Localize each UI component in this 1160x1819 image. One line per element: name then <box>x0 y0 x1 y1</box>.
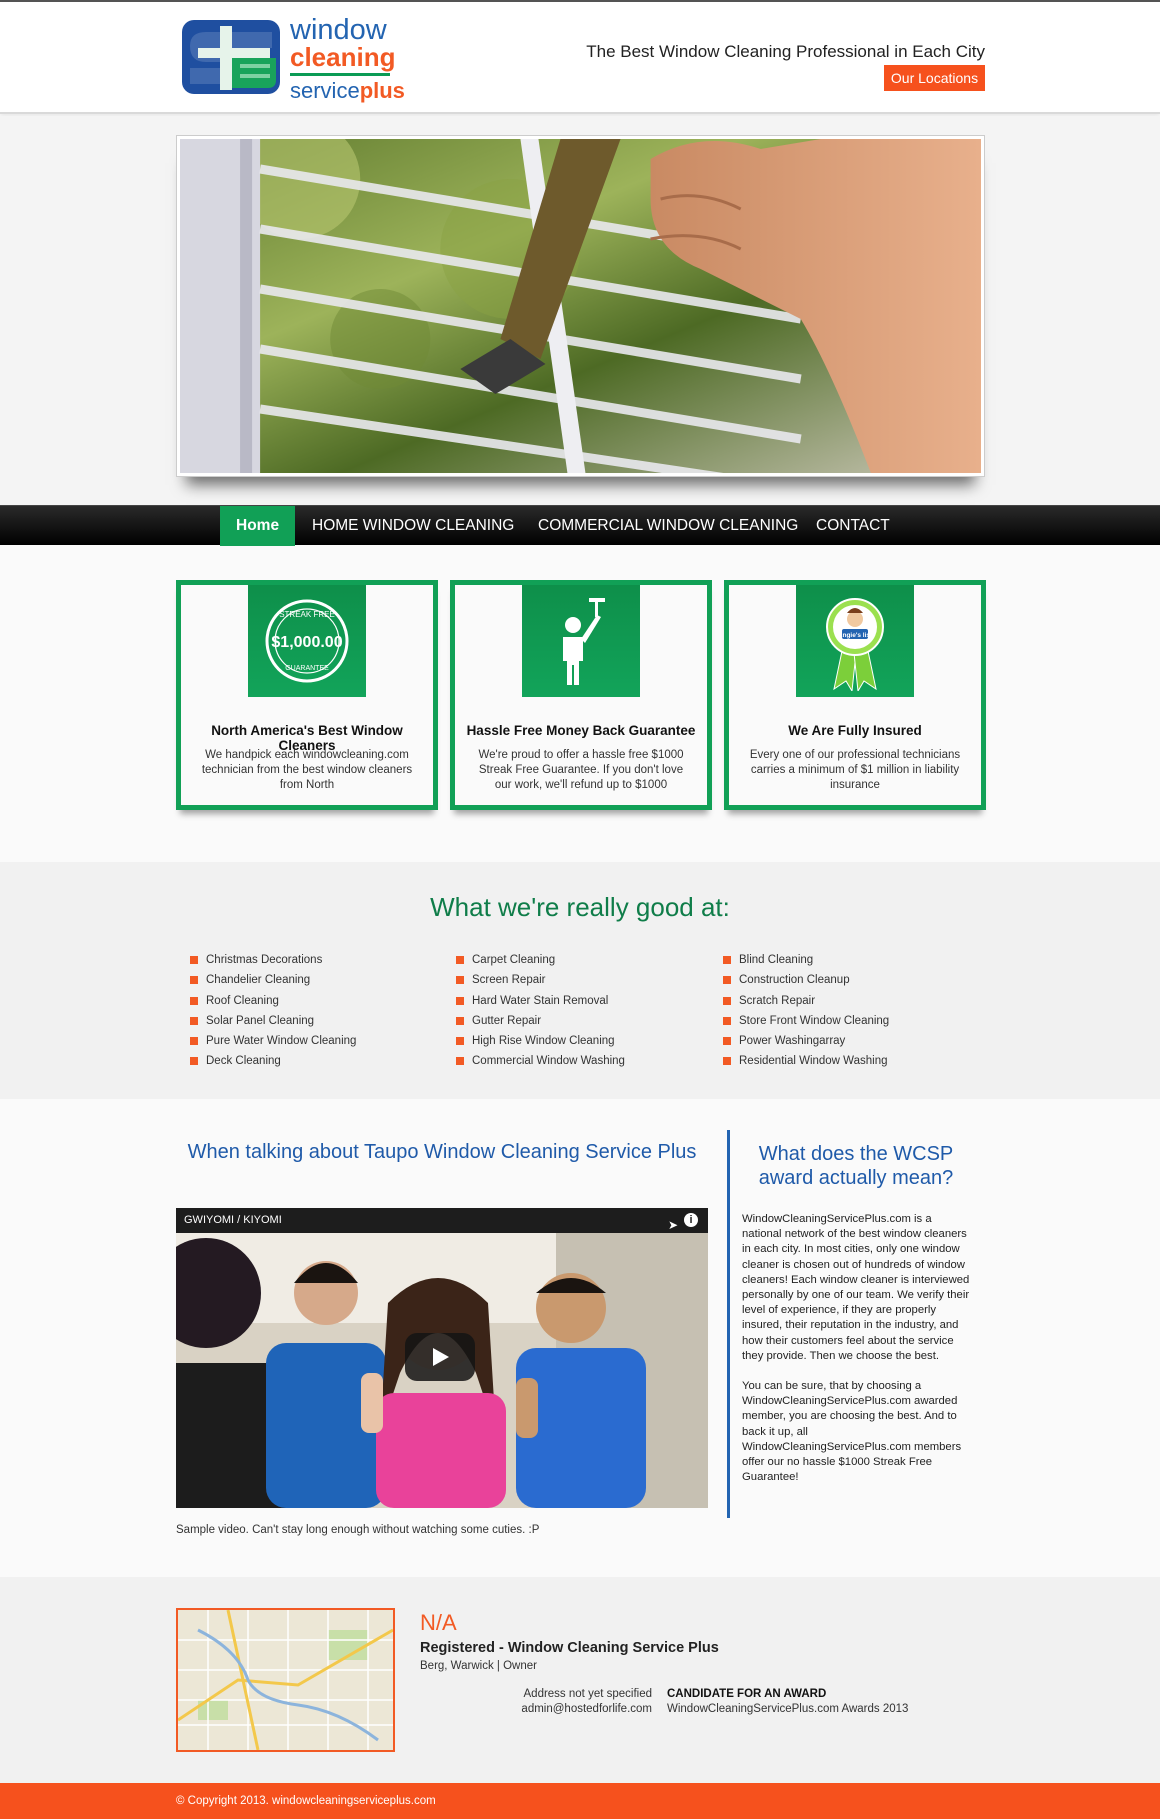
services-heading: What we're really good at: <box>430 892 730 922</box>
video-section-heading: When talking about Taupo Window Cleaning… <box>187 1141 697 1163</box>
registered-title: Registered - Window Cleaning Service Plu… <box>420 1640 719 1656</box>
list-item: Christmas Decorations <box>190 950 430 970</box>
services-list-2: Carpet Cleaning Screen Repair Hard Water… <box>456 950 696 1072</box>
feature-box-guarantee: Hassle Free Money Back Guarantee We're p… <box>450 580 712 810</box>
site-logo[interactable]: window cleaning serviceplus <box>180 16 405 103</box>
award-paragraph-1: WindowCleaningServicePlus.com is a natio… <box>742 1213 970 1362</box>
list-item: Roof Cleaning <box>190 991 430 1011</box>
list-item: Scratch Repair <box>723 991 963 1011</box>
our-locations-button[interactable]: Our Locations <box>884 65 985 91</box>
feature-title: Hassle Free Money Back Guarantee <box>466 723 696 738</box>
list-item: Chandelier Cleaning <box>190 970 430 990</box>
feature-box-insured: Angie's list We Are Fully Insured Every … <box>724 580 986 810</box>
feature-title: We Are Fully Insured <box>788 723 922 738</box>
award-heading: What does the WCSP award actually mean? <box>758 1143 954 1189</box>
video-caption: Sample video. Can't stay long enough wit… <box>176 1524 540 1536</box>
logo-text-cleaning: cleaning <box>290 42 396 72</box>
award-label: CANDIDATE FOR AN AWARD <box>667 1688 827 1700</box>
list-item: Carpet Cleaning <box>456 950 696 970</box>
list-item: Gutter Repair <box>456 1011 696 1031</box>
list-item: Screen Repair <box>456 970 696 990</box>
header-tagline: The Best Window Cleaning Professional in… <box>586 42 985 61</box>
award-description: WindowCleaningServicePlus.com is a natio… <box>742 1212 972 1500</box>
streak-free-seal-icon: STREAK FREE $1,000.00 GUARANTEE <box>248 585 366 697</box>
email-link[interactable]: admin@hostedforlife.com <box>470 1702 652 1717</box>
feature-box-best-cleaners: STREAK FREE $1,000.00 GUARANTEE North Am… <box>176 580 438 810</box>
award-detail: WindowCleaningServicePlus.com Awards 201… <box>667 1703 909 1715</box>
seal-amount-text: $1,000.00 <box>271 634 342 651</box>
services-list-3: Blind Cleaning Construction Cleanup Scra… <box>723 950 963 1072</box>
logo-wordmark: window cleaning serviceplus <box>290 14 405 103</box>
location-map[interactable] <box>176 1608 395 1752</box>
list-item: High Rise Window Cleaning <box>456 1031 696 1051</box>
list-item: Solar Panel Cleaning <box>190 1011 430 1031</box>
video-player[interactable]: GWIYOMI / KIYOMI ➤ i <box>176 1208 708 1508</box>
share-icon[interactable]: ➤ <box>668 1213 678 1238</box>
site-header: window cleaning serviceplus The Best Win… <box>0 2 1160 114</box>
logo-mark-icon <box>182 20 280 94</box>
nav-contact[interactable]: CONTACT <box>800 506 906 546</box>
logo-rule <box>290 73 390 76</box>
address-block: Address not yet specified admin@hostedfo… <box>470 1687 652 1717</box>
feature-description: We handpick each windowcleaning.com tech… <box>201 749 413 791</box>
list-item: Construction Cleanup <box>723 970 963 990</box>
info-icon[interactable]: i <box>684 1213 698 1227</box>
nav-home-window-cleaning[interactable]: HOME WINDOW CLEANING <box>296 506 530 546</box>
copyright-text: © Copyright 2013. windowcleaningservicep… <box>176 1795 436 1807</box>
services-list-1: Christmas Decorations Chandelier Cleanin… <box>190 950 430 1072</box>
list-item: Hard Water Stain Removal <box>456 991 696 1011</box>
list-item: Power Washingarray <box>723 1031 963 1051</box>
logo-text-serviceplus: serviceplus <box>290 78 405 103</box>
list-item: Pure Water Window Cleaning <box>190 1031 430 1051</box>
owner-line: Berg, Warwick | Owner <box>420 1660 537 1672</box>
angies-list-badge-text: Angie's list <box>838 632 873 639</box>
logo-text-window: window <box>290 14 387 46</box>
window-cleaner-person-icon <box>522 585 640 697</box>
list-item: Store Front Window Cleaning <box>723 1011 963 1031</box>
site-footer: © Copyright 2013. windowcleaningservicep… <box>0 1783 1160 1819</box>
list-item: Commercial Window Washing <box>456 1051 696 1071</box>
column-divider <box>727 1130 730 1518</box>
hero-image <box>176 135 985 477</box>
video-title: GWIYOMI / KIYOMI <box>184 1214 282 1226</box>
address-text: Address not yet specified <box>523 1688 653 1700</box>
main-nav: Home HOME WINDOW CLEANING COMMERCIAL WIN… <box>0 505 1160 546</box>
angies-list-award-icon: Angie's list <box>796 585 914 697</box>
list-item: Deck Cleaning <box>190 1051 430 1071</box>
list-item: Blind Cleaning <box>723 950 963 970</box>
list-item: Residential Window Washing <box>723 1051 963 1071</box>
video-title-bar: GWIYOMI / KIYOMI ➤ i <box>176 1208 708 1233</box>
seal-bottom-text: GUARANTEE <box>285 665 329 672</box>
squeegee-photo <box>180 139 981 473</box>
rating-status: N/A <box>420 1610 457 1635</box>
feature-description: We're proud to offer a hassle free $1000… <box>478 749 684 791</box>
contact-section <box>0 1577 1160 1783</box>
seal-top-text: STREAK FREE <box>279 610 335 619</box>
award-paragraph-2: You can be sure, that by choosing a Wind… <box>742 1380 962 1484</box>
nav-commercial-window-cleaning[interactable]: COMMERCIAL WINDOW CLEANING <box>522 506 814 546</box>
play-button[interactable] <box>405 1333 475 1381</box>
nav-home[interactable]: Home <box>220 506 296 546</box>
feature-description: Every one of our professional technician… <box>749 749 961 791</box>
services-section: What we're really good at: Christmas Dec… <box>0 862 1160 1099</box>
award-info-block: CANDIDATE FOR AN AWARD WindowCleaningSer… <box>667 1687 908 1717</box>
map-graphic <box>178 1610 393 1750</box>
